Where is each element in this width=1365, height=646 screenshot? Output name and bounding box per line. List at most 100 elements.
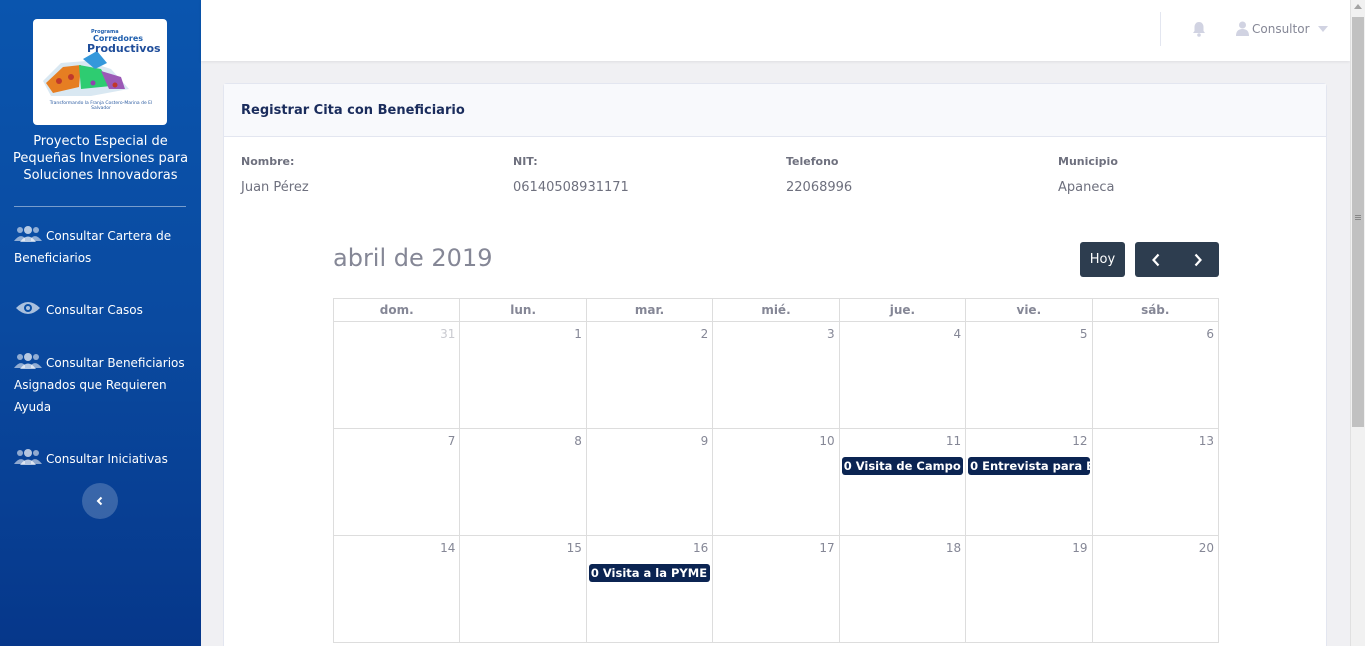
day-cell[interactable]: 17 <box>712 535 840 643</box>
sidebar-item-iniciativas[interactable]: Consultar Iniciativas <box>14 448 194 470</box>
project-title: Proyecto Especial de Pequeñas Inversione… <box>12 134 189 183</box>
field-value: 22068996 <box>786 180 853 195</box>
day-cell[interactable]: 3 <box>712 321 840 429</box>
caret-down-icon <box>1317 25 1328 32</box>
weekday-header-row: dom. lun. mar. mié. jue. vie. sáb. <box>332 298 1220 322</box>
week-row: 7 8 9 10 11 0 Visita de Campo a Benefici… <box>332 428 1220 536</box>
weekday-header: jue. <box>838 298 967 322</box>
eye-icon <box>16 302 40 314</box>
user-icon <box>1236 21 1249 36</box>
day-cell[interactable]: 13 <box>1091 428 1220 536</box>
logo-title: Productivos <box>87 42 161 55</box>
day-number: 1 <box>574 327 582 341</box>
day-cell[interactable]: 4 <box>838 321 967 429</box>
day-cell[interactable]: 8 <box>459 428 587 536</box>
day-number: 2 <box>700 327 709 341</box>
weekday-header: lun. <box>459 298 587 322</box>
day-cell[interactable]: 10 <box>712 428 840 536</box>
day-number: 7 <box>447 434 456 448</box>
day-number: 3 <box>827 327 835 341</box>
card-title: Registrar Cita con Beneficiario <box>241 102 465 118</box>
day-number: 15 <box>566 541 582 555</box>
day-cell[interactable]: 19 <box>965 535 1093 643</box>
day-number: 13 <box>1198 434 1214 448</box>
user-menu[interactable]: Consultor <box>1236 21 1328 36</box>
today-button[interactable]: Hoy <box>1080 242 1125 277</box>
day-cell[interactable]: 18 <box>838 535 967 643</box>
weekday-header: sáb. <box>1091 298 1220 322</box>
notifications-button[interactable] <box>1191 21 1207 41</box>
day-cell[interactable]: 2 <box>585 321 714 429</box>
sidebar-divider <box>14 206 186 207</box>
grip-icon <box>1355 215 1361 216</box>
day-number: 31 <box>440 327 456 341</box>
field-label: Municipio <box>1058 155 1118 168</box>
users-icon <box>14 226 42 242</box>
chevron-left-icon <box>96 496 103 506</box>
chevron-right-icon <box>1194 253 1202 266</box>
week-row: 31 1 2 3 4 5 6 <box>332 321 1220 429</box>
day-number: 5 <box>1079 327 1088 341</box>
day-cell[interactable]: 7 <box>332 428 461 536</box>
day-cell[interactable]: 12 0 Entrevista para Beneficiario <box>965 428 1093 536</box>
day-number: 17 <box>819 541 835 555</box>
calendar-event[interactable]: 0 Entrevista para Beneficiario <box>968 457 1090 475</box>
sidebar-item-beneficiarios-ayuda[interactable]: Consultar Beneficiarios Asignados que Re… <box>14 352 194 418</box>
calendar-event[interactable]: 0 Visita a la PYME <box>588 564 711 582</box>
field-value: 06140508931171 <box>513 180 629 195</box>
calendar-title: abril de 2019 <box>333 244 493 272</box>
day-number: 9 <box>700 434 709 448</box>
day-number: 6 <box>1206 327 1214 341</box>
sidebar-toggle-button[interactable] <box>82 483 118 519</box>
users-icon <box>14 353 42 369</box>
day-cell[interactable]: 16 0 Visita a la PYME <box>585 535 714 643</box>
bell-icon <box>1193 22 1205 37</box>
day-number: 16 <box>692 541 709 555</box>
logo-tagline: Transformando la Franja Costero-Marina d… <box>49 101 153 111</box>
day-cell[interactable]: 11 0 Visita de Campo a Beneficiario <box>838 428 967 536</box>
field-nit: NIT: 06140508931171 <box>513 155 629 195</box>
day-cell[interactable]: 6 <box>1091 321 1220 429</box>
sidebar-item-label: Consultar Casos <box>46 303 143 317</box>
topbar: Consultor <box>201 0 1350 61</box>
weekday-header: mié. <box>712 298 840 322</box>
field-municipio: Municipio Apaneca <box>1058 155 1118 195</box>
sidebar-item-cartera[interactable]: Consultar Cartera de Beneficiarios <box>14 225 194 269</box>
day-cell[interactable]: 31 <box>332 321 461 429</box>
field-value: Juan Pérez <box>241 180 309 195</box>
day-number: 11 <box>945 434 962 448</box>
scroll-up-arrow-icon[interactable] <box>1354 4 1362 9</box>
scrollbar-thumb[interactable] <box>1352 17 1364 427</box>
prev-month-button[interactable] <box>1135 242 1177 277</box>
day-cell[interactable]: 20 <box>1091 535 1220 643</box>
next-month-button[interactable] <box>1177 242 1219 277</box>
field-label: NIT: <box>513 155 538 168</box>
day-number: 4 <box>953 327 962 341</box>
users-icon <box>14 449 42 465</box>
day-cell[interactable]: 15 <box>459 535 587 643</box>
calendar-grid: dom. lun. mar. mié. jue. vie. sáb. 31 1 … <box>332 298 1220 643</box>
field-nombre: Nombre: Juan Pérez <box>241 155 309 195</box>
day-number: 10 <box>819 434 835 448</box>
day-cell[interactable]: 1 <box>459 321 587 429</box>
program-logo[interactable]: Programa Corredores Productivos Transfor… <box>33 19 167 125</box>
day-number: 8 <box>574 434 582 448</box>
day-cell[interactable]: 14 <box>332 535 461 643</box>
field-value: Apaneca <box>1058 180 1115 195</box>
sidebar-item-casos[interactable]: Consultar Casos <box>14 299 194 321</box>
weekday-header: mar. <box>585 298 714 322</box>
calendar-event[interactable]: 0 Visita de Campo a Beneficiario <box>841 457 964 475</box>
field-telefono: Telefono 22068996 <box>786 155 852 195</box>
sidebar: Programa Corredores Productivos Transfor… <box>0 0 201 646</box>
page-scrollbar[interactable] <box>1350 0 1365 646</box>
day-cell[interactable]: 9 <box>585 428 714 536</box>
day-cell[interactable]: 5 <box>965 321 1093 429</box>
week-row: 14 15 16 0 Visita a la PYME 17 18 19 20 <box>332 535 1220 643</box>
day-number: 14 <box>440 541 456 555</box>
day-number: 20 <box>1198 541 1214 555</box>
chevron-left-icon <box>1152 253 1160 266</box>
card-header: Registrar Cita con Beneficiario <box>224 84 1326 137</box>
day-number: 19 <box>1072 541 1088 555</box>
calendar-nav <box>1135 242 1219 277</box>
appointment-card: Registrar Cita con Beneficiario Nombre: … <box>223 83 1327 646</box>
